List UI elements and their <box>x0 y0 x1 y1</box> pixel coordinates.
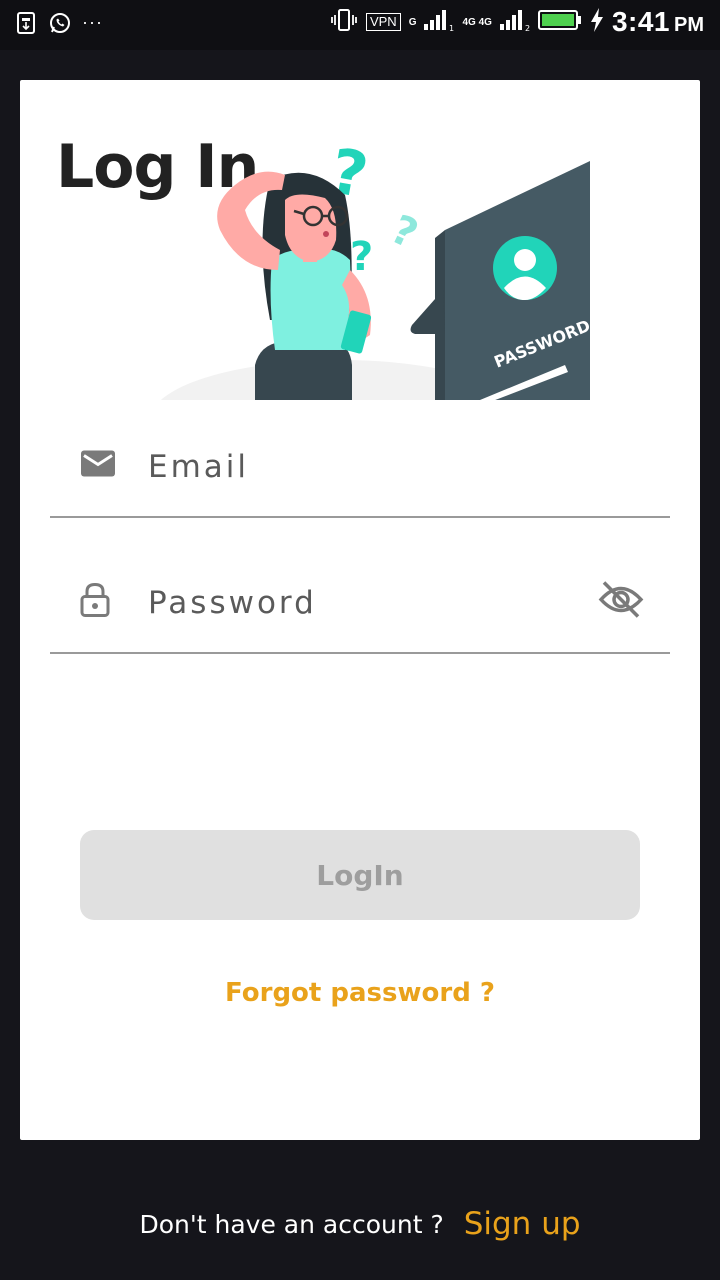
clock-time: 3:41 <box>611 6 670 37</box>
svg-text:?: ? <box>384 207 424 258</box>
usb-icon <box>14 10 38 41</box>
mail-icon <box>80 450 116 483</box>
signup-prompt: Don't have an account ? <box>139 1209 444 1239</box>
svg-text:?: ? <box>350 234 373 280</box>
signal-icon-2: 2 <box>499 8 530 37</box>
svg-text:1: 1 <box>449 24 454 32</box>
password-input[interactable] <box>146 580 570 626</box>
overflow-dots: ··· <box>82 12 103 32</box>
vpn-badge: VPN <box>365 13 401 31</box>
clock-ampm: PM <box>674 13 704 36</box>
email-field <box>50 416 670 518</box>
confused-user-illustration: ? ? ? PASSWORD <box>160 134 590 400</box>
lock-icon <box>80 582 110 623</box>
network-type-2: 4G 4G <box>462 16 492 28</box>
eye-off-icon[interactable] <box>598 580 644 625</box>
svg-text:2: 2 <box>525 24 530 32</box>
signup-link[interactable]: Sign up <box>464 1206 581 1242</box>
vibrate-icon <box>330 8 358 37</box>
login-button[interactable]: LogIn <box>80 830 640 920</box>
status-bar: ··· VPN G 1 4G 4G 2 3:41 PM <box>0 0 720 50</box>
charging-icon <box>590 7 604 38</box>
signal-icon: 1 <box>424 8 455 37</box>
login-card: Log In ? ? ? PASSWORD Email LogIn Forgot… <box>20 80 700 1140</box>
email-input[interactable] <box>146 444 570 490</box>
password-field <box>50 552 670 654</box>
network-type-1: G <box>408 16 417 28</box>
battery-icon <box>537 9 582 36</box>
whatsapp-icon <box>48 11 72 40</box>
forgot-password-link[interactable]: Forgot password ? <box>20 978 700 1008</box>
signup-footer: Don't have an account ? Sign up <box>0 1206 720 1242</box>
